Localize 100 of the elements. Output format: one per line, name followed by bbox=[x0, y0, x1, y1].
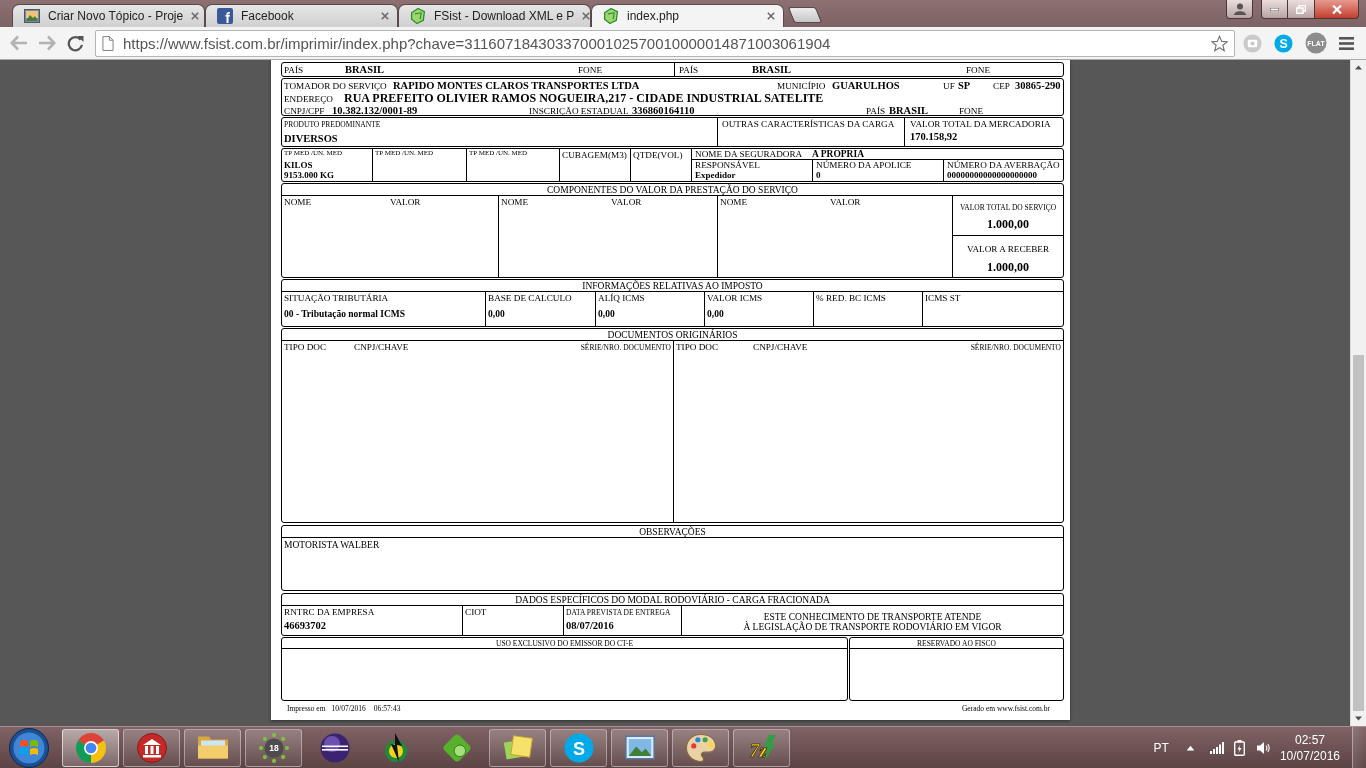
taskbar-app-button[interactable] bbox=[489, 728, 546, 767]
field-label: FONE bbox=[578, 65, 602, 76]
field-label: PAÍS bbox=[284, 65, 304, 76]
new-tab-button[interactable] bbox=[787, 7, 823, 23]
field-label: RESPONSÁVEL bbox=[695, 160, 760, 170]
picture-icon bbox=[624, 735, 655, 760]
field-value: 336860164110 bbox=[632, 105, 695, 115]
field-value: BRASIL bbox=[345, 64, 385, 76]
icon-text: f bbox=[225, 10, 230, 24]
bookmark-star-icon[interactable] bbox=[1211, 34, 1228, 52]
browser-icon bbox=[75, 732, 106, 763]
field-label: VALOR ICMS bbox=[707, 293, 763, 304]
page-icon bbox=[102, 35, 114, 51]
field-label: CEP bbox=[993, 81, 1010, 92]
field-value: 0,00 bbox=[598, 309, 615, 320]
icon-text: S bbox=[572, 738, 585, 758]
field-label: NOME bbox=[720, 197, 748, 208]
field-label: PAÍS bbox=[679, 65, 699, 76]
field-value: 10.382.132/0001-89 bbox=[332, 105, 418, 115]
field-label: VALOR bbox=[611, 197, 642, 208]
palette-icon bbox=[685, 733, 716, 762]
field-value: 00 - Tributação normal ICMS bbox=[284, 309, 406, 320]
field-label: UF bbox=[943, 81, 955, 92]
start-button[interactable] bbox=[9, 727, 49, 768]
minimize-icon bbox=[1270, 7, 1279, 11]
sticky-notes-icon bbox=[502, 733, 533, 762]
field-label: QTDE(VOL) bbox=[633, 150, 683, 161]
field-label: VALOR A RECEBER bbox=[967, 244, 1049, 255]
picture-favicon-icon bbox=[24, 8, 40, 24]
field-value: RUA PREFEITO OLIVIER RAMOS NOGUEIRA,217 - CIDADE INDUSTRIAL SATELITE bbox=[344, 92, 824, 105]
field-label: ALÍQ ICMS bbox=[598, 293, 645, 304]
field-value: 9153.000 KG bbox=[284, 170, 334, 180]
legal-notice: ESTE CONHECIMENTO DE TRANSPORTE ATENDE À LEGISLAÇÃO DE TRANSPORTE RODOVIÁRIO EM VIGOR bbox=[743, 612, 1002, 632]
field-value: BRASIL bbox=[889, 105, 929, 115]
close-icon[interactable] bbox=[381, 12, 389, 20]
field-value: Expedidor bbox=[695, 170, 736, 180]
taskbar-app-button[interactable]: 18 bbox=[245, 728, 302, 767]
scrollbar-thumb[interactable] bbox=[1353, 355, 1364, 711]
close-icon bbox=[1331, 4, 1342, 14]
field-value: SP bbox=[958, 80, 971, 92]
field-label: BASE DE CALCULO bbox=[488, 293, 572, 304]
signal-icon[interactable] bbox=[1209, 741, 1224, 754]
field-label: PAÍS bbox=[866, 106, 886, 115]
taskbar-app-button[interactable] bbox=[184, 728, 241, 767]
section-title: INFORMAÇÕES RELATIVAS AO IMPOSTO bbox=[582, 280, 763, 291]
icon-text: 7z bbox=[749, 738, 767, 761]
field-label: CUBAGEM(M3) bbox=[562, 150, 627, 161]
close-icon[interactable] bbox=[191, 12, 200, 20]
field-value: 0,00 bbox=[707, 309, 724, 320]
browser-tab[interactable]: f Facebook bbox=[205, 4, 398, 27]
profile-button[interactable] bbox=[1226, 0, 1253, 19]
folder-icon bbox=[197, 736, 228, 759]
close-button[interactable] bbox=[1315, 0, 1359, 19]
field-value: 08/07/2016 bbox=[566, 620, 614, 632]
striped-orb-icon bbox=[319, 732, 350, 763]
bank-building-icon bbox=[136, 732, 167, 763]
browser-tab[interactable]: Criar Novo Tópico - Proje bbox=[12, 4, 205, 27]
battery-icon[interactable] bbox=[1233, 739, 1245, 756]
field-label: TOMADOR DO SERVIÇO bbox=[284, 81, 387, 92]
speaker-icon[interactable] bbox=[1256, 740, 1270, 755]
field-value: A PROPRIA bbox=[812, 149, 864, 160]
browser-tab[interactable]: FSist - Download XML e P bbox=[398, 4, 591, 27]
observation-text: MOTORISTA WALBER bbox=[284, 540, 380, 551]
icon-text: 18 bbox=[268, 742, 279, 753]
caret-icon[interactable] bbox=[1185, 744, 1195, 751]
field-label: VALOR bbox=[830, 197, 861, 208]
language-button[interactable]: PT bbox=[1153, 740, 1169, 755]
field-value: BRASIL bbox=[752, 64, 792, 76]
taskbar-app-button[interactable] bbox=[123, 728, 180, 767]
section-title: DADOS ESPECÍFICOS DO MODAL RODOVIÁRIO - CARGA FRACIONADA bbox=[515, 594, 830, 605]
menu-icon[interactable] bbox=[1339, 36, 1354, 50]
leaf-favicon-icon bbox=[603, 8, 619, 24]
field-label: TIPO DOC bbox=[676, 342, 719, 353]
field-value: RAPIDO MONTES CLAROS TRANSPORTES LTDA bbox=[393, 80, 640, 92]
field-value: DIVERSOS bbox=[284, 133, 338, 145]
close-icon[interactable] bbox=[767, 12, 775, 20]
icon-text: S bbox=[1279, 36, 1288, 51]
reload-button[interactable] bbox=[67, 34, 84, 52]
leaf-favicon-icon bbox=[410, 8, 426, 24]
minimize-button[interactable] bbox=[1261, 0, 1288, 19]
field-label: OUTRAS CARACTERÍSTICAS DA CARGA bbox=[722, 119, 895, 130]
clock-button[interactable]: 02:57 10/07/2016 bbox=[1279, 731, 1340, 764]
field-value: 00000000000000000000 bbox=[947, 170, 1037, 180]
field-label: ICMS ST bbox=[925, 293, 961, 304]
field-label: VALOR bbox=[390, 197, 421, 208]
field-label: NOME bbox=[501, 197, 529, 208]
field-label: NÚMERO DA APOLICE bbox=[816, 160, 912, 170]
section-title: OBSERVAÇÕES bbox=[639, 526, 706, 537]
section-title: DOCUMENTOS ORIGINÁRIOS bbox=[607, 329, 738, 340]
address-field[interactable]: https://www.fsist.com.br/imprimir/index.php?chave=31160718430337000102570010000014871003061904 bbox=[95, 29, 1235, 57]
maximize-button[interactable] bbox=[1288, 0, 1315, 19]
close-icon[interactable] bbox=[582, 12, 591, 20]
field-label: VALOR TOTAL DA MERCADORIA bbox=[910, 119, 1051, 130]
field-value: 170.158,92 bbox=[910, 131, 958, 143]
browser-tab[interactable]: index.php bbox=[591, 4, 784, 27]
taskbar-app-button[interactable] bbox=[611, 728, 668, 767]
show-desktop-button[interactable] bbox=[1352, 727, 1366, 768]
section-title: COMPONENTES DO VALOR DA PRESTAÇÃO DO SERVIÇO bbox=[547, 184, 798, 195]
field-label: RNTRC DA EMPRESA bbox=[284, 607, 375, 618]
field-value: GUARULHOS bbox=[832, 80, 900, 92]
